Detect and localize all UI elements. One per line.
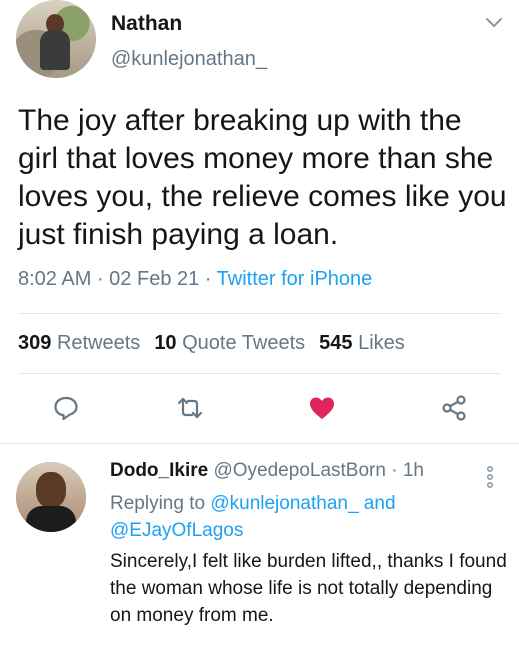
author-name[interactable]: Nathan (111, 12, 182, 36)
tweet-source-link[interactable]: Twitter for iPhone (217, 268, 373, 290)
replying-and: and (358, 493, 396, 514)
action-bar (0, 390, 519, 430)
tweet-time: 8:02 AM (18, 268, 92, 290)
divider (18, 313, 501, 314)
share-button[interactable] (434, 390, 474, 430)
retweets-count: 309 (18, 332, 52, 354)
more-options-icon[interactable] (482, 464, 498, 490)
tweet-stats: 309 Retweets 10 Quote Tweets 545 Likes (18, 332, 405, 355)
quote-count: 10 (154, 332, 177, 354)
replying-prefix: Replying to (110, 493, 211, 514)
reply-header: Dodo_Ikire @OyedepoLastBorn · 1h (110, 460, 424, 482)
likes-count: 545 (319, 332, 353, 354)
chevron-down-icon[interactable] (484, 12, 504, 32)
mention-link[interactable]: @EJayOfLagos (110, 520, 243, 541)
retweets-label: Retweets (56, 332, 141, 354)
tweet-date: 02 Feb 21 (109, 268, 200, 290)
quote-tweets-stat[interactable]: 10 Quote Tweets (154, 332, 305, 354)
quote-label: Quote Tweets (182, 332, 306, 354)
likes-stat[interactable]: 545 Likes (319, 332, 405, 354)
reply-text: Sincerely,I felt like burden lifted,, th… (110, 551, 507, 626)
retweet-button[interactable] (170, 390, 210, 430)
tweet-text: The joy after breaking up with the girl … (18, 104, 507, 251)
divider (18, 373, 501, 374)
reply-author-avatar[interactable] (16, 462, 86, 532)
share-icon (439, 393, 469, 428)
reply-icon (51, 393, 81, 428)
author-avatar[interactable] (16, 0, 96, 78)
reply-button[interactable] (46, 390, 86, 430)
reply-tweet[interactable]: Dodo_Ikire @OyedepoLastBorn · 1h Replyin… (0, 444, 519, 648)
likes-label: Likes (358, 332, 405, 354)
main-tweet: Nathan @kunlejonathan_ The joy after bre… (0, 0, 519, 440)
replying-to: Replying to @kunlejonathan_ and @EJayOfLa… (110, 490, 500, 544)
reply-author-name[interactable]: Dodo_Ikire (110, 460, 208, 481)
separator: · (199, 268, 217, 290)
separator: · (385, 460, 403, 481)
retweets-stat[interactable]: 309 Retweets (18, 332, 140, 354)
reply-author-handle[interactable]: @OyedepoLastBorn (213, 460, 385, 481)
mention-link[interactable]: @kunlejonathan_ (210, 493, 358, 514)
author-handle[interactable]: @kunlejonathan_ (111, 48, 267, 71)
reply-time: 1h (402, 460, 424, 481)
retweet-icon (175, 393, 205, 428)
separator: · (91, 268, 110, 290)
tweet-meta: 8:02 AM · 02 Feb 21 · Twitter for iPhone (18, 268, 372, 291)
like-button[interactable] (302, 390, 342, 430)
heart-icon (307, 393, 337, 428)
